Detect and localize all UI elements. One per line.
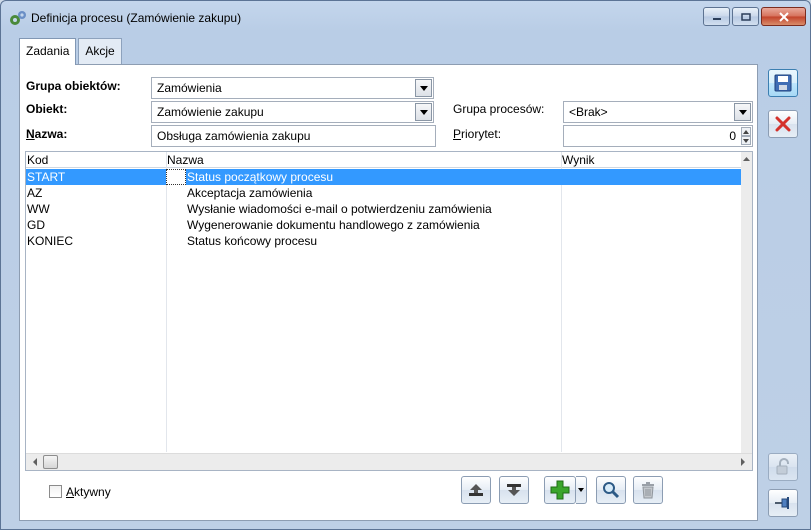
grid-header: Kod Nazwa Wynik	[26, 152, 752, 168]
priorytet-label-accelerator: P	[453, 127, 462, 141]
pin-icon	[775, 497, 789, 509]
title-bar: Definicja procesu (Zamówienie zakupu)	[1, 1, 810, 33]
table-row[interactable]: START Status początkowy procesu	[26, 169, 752, 185]
cell-nazwa: Akceptacja zamówienia	[187, 186, 313, 200]
aktywny-label[interactable]: Aktywny	[66, 485, 111, 499]
minimize-icon	[712, 17, 721, 20]
move-down-button[interactable]	[499, 476, 529, 504]
cell-nazwa: Wygenerowanie dokumentu handlowego z zam…	[187, 218, 480, 232]
priorytet-label-rest: riorytet:	[461, 127, 502, 141]
priorytet-spinbox[interactable]: 0	[563, 125, 753, 147]
cell-kod: WW	[27, 202, 50, 216]
delete-button[interactable]	[633, 476, 663, 504]
table-row[interactable]: GD Wygenerowanie dokumentu handlowego z z…	[26, 217, 752, 233]
scroll-left-arrow-icon[interactable]	[28, 454, 42, 470]
trash-icon	[642, 482, 654, 499]
grupa-obiektow-dropdown-button[interactable]	[415, 79, 432, 97]
spin-down-button[interactable]	[741, 136, 751, 145]
nazwa-label-rest: azwa:	[34, 127, 68, 141]
chevron-down-icon	[419, 109, 428, 115]
aktywny-label-accelerator: A	[66, 485, 75, 499]
aktywny-checkbox[interactable]	[49, 485, 62, 498]
tab-zadania[interactable]: Zadania	[19, 38, 77, 65]
grupa-obiektow-label: Grupa obiektów:	[26, 79, 121, 93]
grupa-obiektow-combo[interactable]: Zamówienia	[151, 77, 434, 99]
priorytet-label: Priorytet:	[453, 127, 501, 141]
nazwa-label-accelerator: N	[26, 127, 35, 141]
add-task-button[interactable]	[544, 476, 576, 504]
cancel-button[interactable]	[768, 110, 798, 138]
vertical-scrollbar[interactable]	[741, 152, 752, 454]
aktywny-label-rest: ktywny	[74, 485, 111, 499]
column-header-nazwa[interactable]: Nazwa	[167, 153, 204, 167]
close-icon	[778, 11, 789, 22]
chevron-down-icon	[578, 488, 584, 492]
column-header-wynik[interactable]: Wynik	[562, 153, 595, 167]
cell-kod: KONIEC	[27, 234, 74, 248]
window-title: Definicja procesu (Zamówienie zakupu)	[31, 11, 242, 25]
table-row[interactable]: KONIEC Status końcowy procesu	[26, 233, 752, 249]
cell-nazwa: Wysłanie wiadomości e-mail o potwierdzen…	[187, 202, 492, 216]
horizontal-scrollbar[interactable]	[26, 453, 752, 470]
tab-strip: Zadania Akcje	[19, 38, 124, 65]
maximize-icon	[740, 12, 751, 21]
obiekt-combo[interactable]: Zamówienie zakupu	[151, 101, 434, 123]
move-up-button[interactable]	[461, 476, 491, 504]
obiekt-dropdown-button[interactable]	[415, 103, 432, 121]
add-task-dropdown-button[interactable]	[576, 476, 587, 504]
column-header-kod[interactable]: Kod	[27, 153, 48, 167]
obiekt-label: Obiekt:	[26, 102, 68, 116]
grupa-procesow-label: Grupa procesów:	[453, 102, 545, 116]
nazwa-input[interactable]: Obsługa zamówienia zakupu	[151, 125, 436, 147]
red-x-icon	[775, 116, 791, 132]
grupa-procesow-combo[interactable]: <Brak>	[563, 101, 753, 123]
minimize-button[interactable]	[703, 7, 730, 26]
grupa-obiektow-value: Zamówienia	[157, 81, 222, 95]
chevron-up-icon	[743, 129, 749, 134]
cell-nazwa: Status początkowy procesu	[187, 170, 334, 184]
gears-app-icon	[10, 11, 26, 25]
chevron-down-icon	[738, 109, 747, 115]
priorytet-value: 0	[729, 129, 736, 143]
grupa-procesow-value: <Brak>	[569, 105, 608, 119]
scroll-up-arrow-icon[interactable]	[741, 154, 752, 164]
window-controls	[703, 7, 806, 26]
table-row[interactable]: WW Wysłanie wiadomości e-mail o potwierdz…	[26, 201, 752, 217]
cell-kod: GD	[27, 218, 45, 232]
chevron-down-icon	[419, 85, 428, 91]
search-button[interactable]	[596, 476, 626, 504]
green-plus-icon	[550, 480, 570, 500]
nazwa-value: Obsługa zamówienia zakupu	[157, 129, 311, 143]
tab-akcje[interactable]: Akcje	[78, 38, 122, 64]
priorytet-spin-buttons	[741, 127, 751, 145]
tasks-grid[interactable]: Kod Nazwa Wynik START Status początkowy p…	[25, 151, 753, 471]
save-button[interactable]	[768, 69, 798, 97]
close-button[interactable]	[761, 7, 806, 26]
cell-kod: START	[27, 170, 66, 184]
cell-kod: AZ	[27, 186, 43, 200]
obiekt-value: Zamówienie zakupu	[157, 105, 264, 119]
save-disk-icon	[774, 74, 792, 92]
focus-cell-marker	[166, 169, 186, 185]
pin-button[interactable]	[768, 489, 798, 517]
nazwa-label: Nazwa:	[26, 127, 67, 141]
chevron-down-icon	[743, 138, 749, 143]
scroll-right-arrow-icon[interactable]	[736, 454, 750, 470]
grupa-procesow-dropdown-button[interactable]	[734, 103, 751, 121]
horizontal-scroll-thumb[interactable]	[43, 455, 58, 469]
process-definition-window: Definicja procesu (Zamówienie zakupu) Za…	[0, 0, 811, 530]
spin-up-button[interactable]	[741, 127, 751, 136]
cell-nazwa: Status końcowy procesu	[187, 234, 318, 248]
table-row[interactable]: AZ Akceptacja zamówienia	[26, 185, 752, 201]
maximize-button[interactable]	[732, 7, 759, 26]
magnifier-icon	[603, 482, 620, 499]
zadania-panel: Grupa obiektów: Zamówienia Obiekt: Zamów…	[19, 64, 758, 521]
lock-button[interactable]	[768, 453, 798, 481]
move-up-icon	[469, 484, 483, 496]
move-down-icon	[507, 484, 521, 496]
padlock-icon	[776, 458, 789, 475]
